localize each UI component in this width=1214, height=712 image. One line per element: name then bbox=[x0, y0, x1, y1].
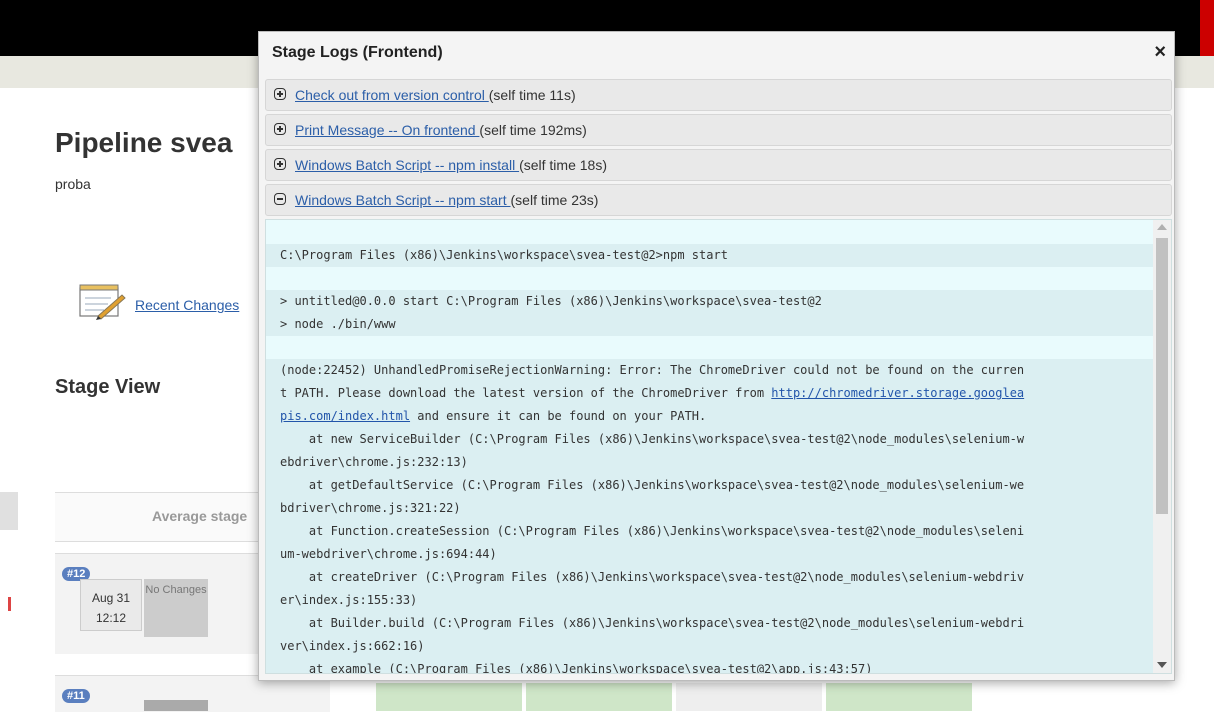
changes-box bbox=[144, 700, 208, 711]
log-line: um-webdriver\chrome.js:694:44) bbox=[266, 543, 1154, 566]
log-line: at Function.createSession (C:\Program Fi… bbox=[266, 520, 1154, 543]
failure-marker bbox=[8, 597, 11, 611]
log-step-npm-start[interactable]: Windows Batch Script -- npm start (self … bbox=[265, 184, 1172, 216]
chromedriver-url-link[interactable]: pis.com/index.html bbox=[280, 409, 410, 423]
close-icon[interactable]: × bbox=[1154, 42, 1166, 62]
stage-cell-success[interactable] bbox=[376, 683, 522, 711]
stage-cell[interactable] bbox=[676, 683, 822, 711]
log-line: at new ServiceBuilder (C:\Program Files … bbox=[266, 428, 1154, 451]
log-line: pis.com/index.html and ensure it can be … bbox=[266, 405, 1154, 428]
scroll-up-arrow-icon[interactable] bbox=[1157, 224, 1167, 230]
log-line-text: and ensure it can be found on your PATH. bbox=[410, 409, 707, 423]
dialog-header: Stage Logs (Frontend) × bbox=[259, 32, 1174, 74]
step-link[interactable]: Check out from version control bbox=[295, 87, 489, 103]
stage-view-heading: Stage View bbox=[55, 376, 161, 398]
log-line: at getDefaultService (C:\Program Files (… bbox=[266, 474, 1154, 497]
page-description: proba bbox=[55, 176, 91, 192]
recent-changes-link[interactable]: Recent Changes bbox=[135, 297, 239, 313]
step-self-time: (self time 192ms) bbox=[479, 122, 587, 138]
build-date-day: Aug 31 bbox=[91, 591, 131, 605]
log-line: > node ./bin/www bbox=[266, 313, 1154, 336]
chromedriver-url-link[interactable]: http://chromedriver.storage.googlea bbox=[771, 386, 1024, 400]
log-step-checkout[interactable]: Check out from version control (self tim… bbox=[265, 79, 1172, 111]
build-number-badge[interactable]: #11 bbox=[62, 689, 90, 703]
expand-icon[interactable] bbox=[274, 88, 286, 100]
log-scrollbar[interactable] bbox=[1153, 220, 1171, 673]
notepad-pencil-icon[interactable] bbox=[78, 283, 126, 321]
log-lines: C:\Program Files (x86)\Jenkins\workspace… bbox=[266, 221, 1154, 673]
header-red-accent bbox=[1200, 0, 1214, 56]
step-link[interactable]: Print Message -- On frontend bbox=[295, 122, 479, 138]
expand-icon[interactable] bbox=[274, 123, 286, 135]
no-changes-label: No Changes bbox=[145, 584, 207, 596]
step-text: Windows Batch Script -- npm start (self … bbox=[295, 185, 598, 215]
log-line-text: t PATH. Please download the latest versi… bbox=[280, 386, 772, 400]
build-date-time: 12:12 bbox=[95, 611, 127, 625]
step-text: Check out from version control (self tim… bbox=[295, 80, 576, 110]
step-text: Print Message -- On frontend (self time … bbox=[295, 115, 587, 145]
stage-cell-success[interactable] bbox=[526, 683, 672, 711]
page-title: Pipeline svea bbox=[55, 127, 233, 158]
step-text: Windows Batch Script -- npm install (sel… bbox=[295, 150, 607, 180]
average-stage-label: Average stage bbox=[152, 508, 248, 524]
step-link[interactable]: Windows Batch Script -- npm start bbox=[295, 192, 511, 208]
log-line: ver\index.js:662:16) bbox=[266, 635, 1154, 658]
log-line: (node:22452) UnhandledPromiseRejectionWa… bbox=[266, 359, 1154, 382]
build-date: Aug 31 12:12 bbox=[80, 579, 142, 631]
dialog-title: Stage Logs (Frontend) bbox=[272, 44, 443, 61]
no-changes-box[interactable]: No Changes bbox=[144, 579, 208, 637]
side-panel-edge bbox=[0, 492, 18, 530]
log-line: at Builder.build (C:\Program Files (x86)… bbox=[266, 612, 1154, 635]
step-self-time: (self time 23s) bbox=[510, 192, 599, 208]
expand-icon[interactable] bbox=[274, 158, 286, 170]
console-log-output[interactable]: C:\Program Files (x86)\Jenkins\workspace… bbox=[265, 219, 1172, 674]
scroll-down-arrow-icon[interactable] bbox=[1157, 662, 1167, 668]
log-line: C:\Program Files (x86)\Jenkins\workspace… bbox=[266, 244, 1154, 267]
log-line: ebdriver\chrome.js:232:13) bbox=[266, 451, 1154, 474]
collapse-icon[interactable] bbox=[274, 193, 286, 205]
log-line: er\index.js:155:33) bbox=[266, 589, 1154, 612]
step-self-time: (self time 11s) bbox=[488, 87, 576, 103]
log-line: at createDriver (C:\Program Files (x86)\… bbox=[266, 566, 1154, 589]
step-link[interactable]: Windows Batch Script -- npm install bbox=[295, 157, 519, 173]
log-line: bdriver\chrome.js:321:22) bbox=[266, 497, 1154, 520]
step-self-time: (self time 18s) bbox=[519, 157, 607, 173]
stage-cell-success[interactable] bbox=[826, 683, 972, 711]
scrollbar-thumb[interactable] bbox=[1156, 238, 1168, 514]
log-line: > untitled@0.0.0 start C:\Program Files … bbox=[266, 290, 1154, 313]
log-line: at example (C:\Program Files (x86)\Jenki… bbox=[266, 658, 1154, 673]
stage-logs-dialog: Stage Logs (Frontend) × Check out from v… bbox=[258, 31, 1175, 681]
log-step-npm-install[interactable]: Windows Batch Script -- npm install (sel… bbox=[265, 149, 1172, 181]
log-line: t PATH. Please download the latest versi… bbox=[266, 382, 1154, 405]
log-step-print-message[interactable]: Print Message -- On frontend (self time … bbox=[265, 114, 1172, 146]
